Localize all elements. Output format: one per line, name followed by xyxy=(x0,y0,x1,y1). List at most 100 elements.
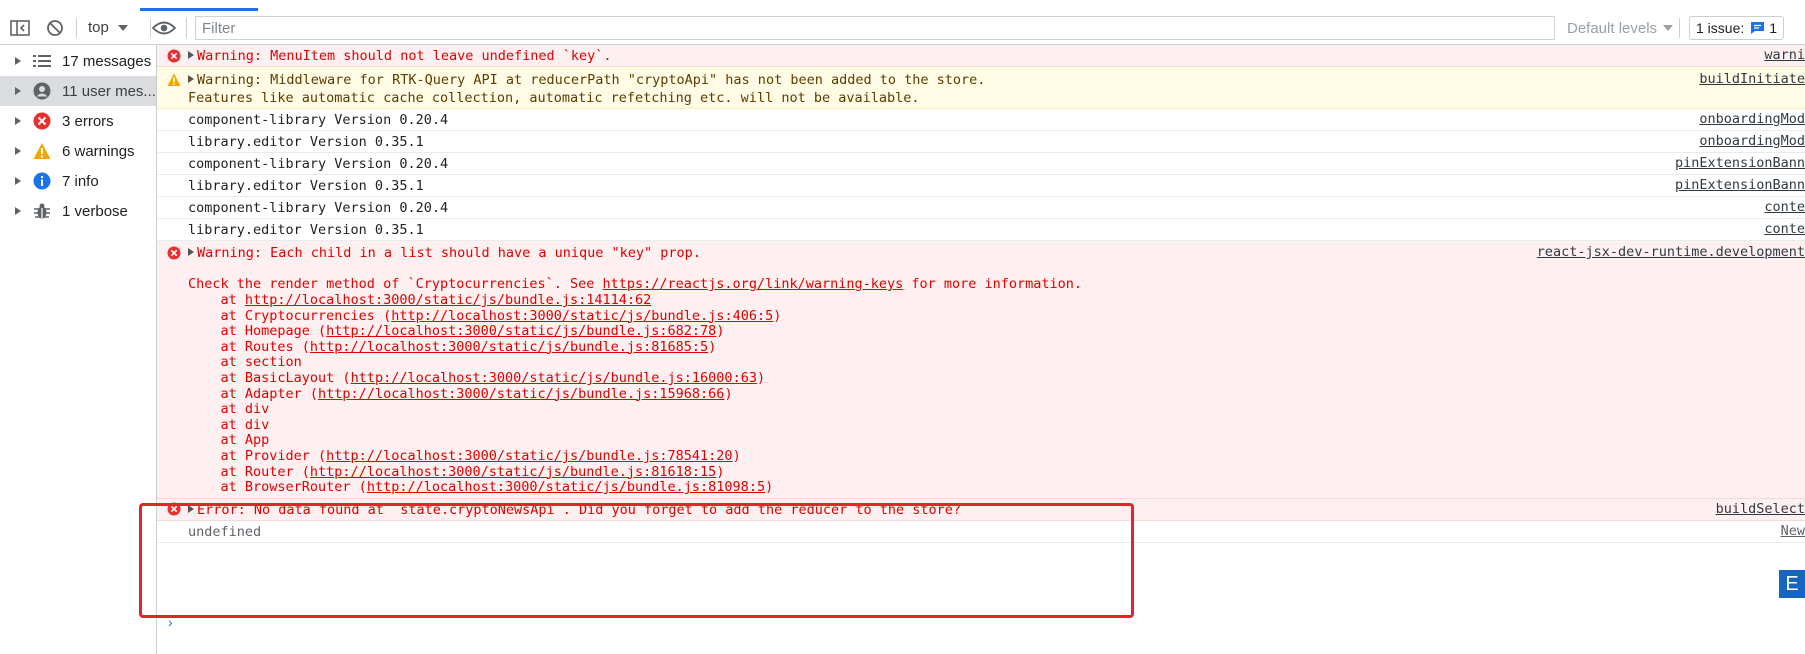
stack-frame: at Router (http://localhost:3000/static/… xyxy=(157,463,1805,481)
detail-text: for more information. xyxy=(903,276,1083,292)
stack-frame-link[interactable]: http://localhost:3000/static/js/bundle.j… xyxy=(310,464,716,480)
sidebar-item-warnings[interactable]: 6 warnings xyxy=(0,136,156,166)
stack-frame: at Homepage (http://localhost:3000/stati… xyxy=(157,323,1805,340)
source-link[interactable]: warni xyxy=(1764,47,1805,63)
warning-icon xyxy=(167,73,181,86)
message-text: Warning: Each child in a list should hav… xyxy=(197,245,701,261)
stack-frame: at Cryptocurrencies (http://localhost:30… xyxy=(157,307,1805,325)
expand-caret-icon[interactable] xyxy=(188,51,194,59)
stack-frame-link[interactable]: http://localhost:3000/static/js/bundle.j… xyxy=(367,479,765,495)
sidebar-item-verbose[interactable]: 1 verbose xyxy=(0,196,156,226)
context-label: top xyxy=(88,19,109,36)
stack-trace: at http://localhost:3000/static/js/bundl… xyxy=(157,292,1805,496)
issues-count: 1 xyxy=(1769,20,1778,36)
stack-frame: at section xyxy=(157,355,1805,371)
stack-frame: at App xyxy=(157,433,1805,449)
message-text: component-library Version 0.20.4 xyxy=(188,156,449,172)
clear-console-icon[interactable] xyxy=(46,11,64,44)
message-text: Warning: Middleware for RTK-Query API at… xyxy=(197,72,986,88)
sidebar-toggle-icon[interactable] xyxy=(10,11,30,44)
source-link[interactable]: New xyxy=(1781,523,1805,539)
stack-frame-suffix: ) xyxy=(765,479,774,496)
stack-frame-link[interactable]: http://localhost:3000/static/js/bundle.j… xyxy=(310,339,708,355)
sidebar-item-messages[interactable]: 17 messages xyxy=(0,46,156,76)
message-text-continued: Features like automatic cache collection… xyxy=(188,90,920,106)
context-selector[interactable]: top xyxy=(88,11,128,44)
sidebar-item-info[interactable]: 7 info xyxy=(0,166,156,196)
stack-frame-label: at Provider ( xyxy=(188,447,327,464)
stack-frame: at Adapter (http://localhost:3000/static… xyxy=(157,385,1805,403)
highlight-annotation-box xyxy=(139,503,1134,618)
stack-frame-link[interactable]: http://localhost:3000/static/js/bundle.j… xyxy=(391,308,773,324)
message-text: component-library Version 0.20.4 xyxy=(188,112,449,128)
error-icon xyxy=(167,246,181,260)
message-text: library.editor Version 0.35.1 xyxy=(188,178,424,194)
sidebar-item-label: 6 warnings xyxy=(62,142,135,160)
source-link[interactable]: onboardingMod xyxy=(1699,133,1805,149)
stack-frame-label: at Adapter ( xyxy=(188,385,319,402)
stack-frame: at div xyxy=(157,417,1805,434)
issues-label: 1 issue: xyxy=(1696,20,1745,36)
filter-input[interactable]: Filter xyxy=(195,16,1555,40)
sidebar-item-label: 1 verbose xyxy=(62,202,128,220)
console-message-log[interactable]: component-library Version 0.20.4 pinExte… xyxy=(157,153,1805,175)
message-detail: Check the render method of `Cryptocurren… xyxy=(157,275,1805,293)
console-message-log[interactable]: component-library Version 0.20.4 conte xyxy=(157,197,1805,219)
console-message-log[interactable]: library.editor Version 0.35.1 pinExtensi… xyxy=(157,175,1805,197)
console-message-error[interactable]: Warning: Each child in a list should hav… xyxy=(157,241,1805,499)
console-message-warning[interactable]: Warning: Middleware for RTK-Query API at… xyxy=(157,67,1805,109)
console-message-log[interactable]: library.editor Version 0.35.1 onboarding… xyxy=(157,131,1805,153)
levels-label: Default levels xyxy=(1567,19,1658,37)
devtools-tab-strip xyxy=(0,0,1805,11)
stack-frame-label: at App xyxy=(188,432,270,449)
message-text: component-library Version 0.20.4 xyxy=(188,200,449,216)
source-link[interactable]: buildInitiate xyxy=(1699,71,1805,87)
message-text: Warning: MenuItem should not leave undef… xyxy=(197,48,612,64)
source-link[interactable]: buildSelect xyxy=(1716,501,1805,517)
console-message-error[interactable]: Warning: MenuItem should not leave undef… xyxy=(157,45,1805,67)
expand-caret-icon[interactable] xyxy=(188,75,194,83)
stack-frame: at BasicLayout (http://localhost:3000/st… xyxy=(157,369,1805,387)
issues-button[interactable]: 1 issue: 1 xyxy=(1689,16,1785,40)
detail-text: Check the render method of `Cryptocurren… xyxy=(188,276,603,292)
console-message-log[interactable]: component-library Version 0.20.4 onboard… xyxy=(157,109,1805,131)
stack-frame-suffix: ) xyxy=(724,385,733,402)
source-link[interactable]: conte xyxy=(1764,221,1805,237)
stack-frame-link[interactable]: http://localhost:3000/static/js/bundle.j… xyxy=(245,292,651,308)
error-icon xyxy=(167,49,181,63)
sidebar-item-label: 17 messages xyxy=(62,52,152,70)
stack-frame-link[interactable]: http://localhost:3000/static/js/bundle.j… xyxy=(326,323,716,339)
stack-frame-suffix: ) xyxy=(716,323,725,340)
sidebar-item-label: 7 info xyxy=(62,172,99,190)
stack-frame-label: at BrowserRouter ( xyxy=(188,479,367,496)
stack-frame-suffix: ) xyxy=(716,463,725,480)
source-link[interactable]: pinExtensionBann xyxy=(1675,155,1805,171)
stack-frame-link[interactable]: http://localhost:3000/static/js/bundle.j… xyxy=(351,370,757,386)
expand-caret-icon[interactable] xyxy=(188,248,194,256)
sidebar-item-label: 11 user mes... xyxy=(62,82,156,100)
stack-frame: at div xyxy=(157,401,1805,418)
stack-frame-label: at section xyxy=(188,354,302,371)
levels-dropdown[interactable]: Default levels xyxy=(1567,16,1674,40)
eye-icon[interactable] xyxy=(152,11,176,44)
stack-frame-suffix: ) xyxy=(756,369,766,386)
sidebar-item-errors[interactable]: 3 errors xyxy=(0,106,156,136)
stack-frame-suffix: ) xyxy=(732,447,741,464)
docs-link[interactable]: https://reactjs.org/link/warning-keys xyxy=(603,276,904,292)
source-link[interactable]: pinExtensionBann xyxy=(1675,177,1805,193)
issue-chat-icon xyxy=(1751,22,1765,34)
source-link[interactable]: react-jsx-dev-runtime.development xyxy=(1537,244,1805,260)
error-icon xyxy=(33,112,51,130)
stack-frame-label: at BasicLayout ( xyxy=(188,369,351,386)
source-link[interactable]: conte xyxy=(1764,199,1805,215)
stack-frame-label: at Cryptocurrencies ( xyxy=(188,307,392,324)
message-text: library.editor Version 0.35.1 xyxy=(188,134,424,150)
console-toolbar: top Filter Default levels 1 issue: 1 xyxy=(0,11,1805,45)
stack-frame-label: at Homepage ( xyxy=(188,323,327,340)
stack-frame-link[interactable]: http://localhost:3000/static/js/bundle.j… xyxy=(326,448,732,464)
sidebar-item-user-messages[interactable]: 11 user mes... xyxy=(0,76,156,106)
console-message-log[interactable]: library.editor Version 0.35.1 conte xyxy=(157,219,1805,241)
stack-frame: at Routes (http://localhost:3000/static/… xyxy=(157,339,1805,356)
stack-frame-link[interactable]: http://localhost:3000/static/js/bundle.j… xyxy=(318,386,724,402)
source-link[interactable]: onboardingMod xyxy=(1699,111,1805,127)
